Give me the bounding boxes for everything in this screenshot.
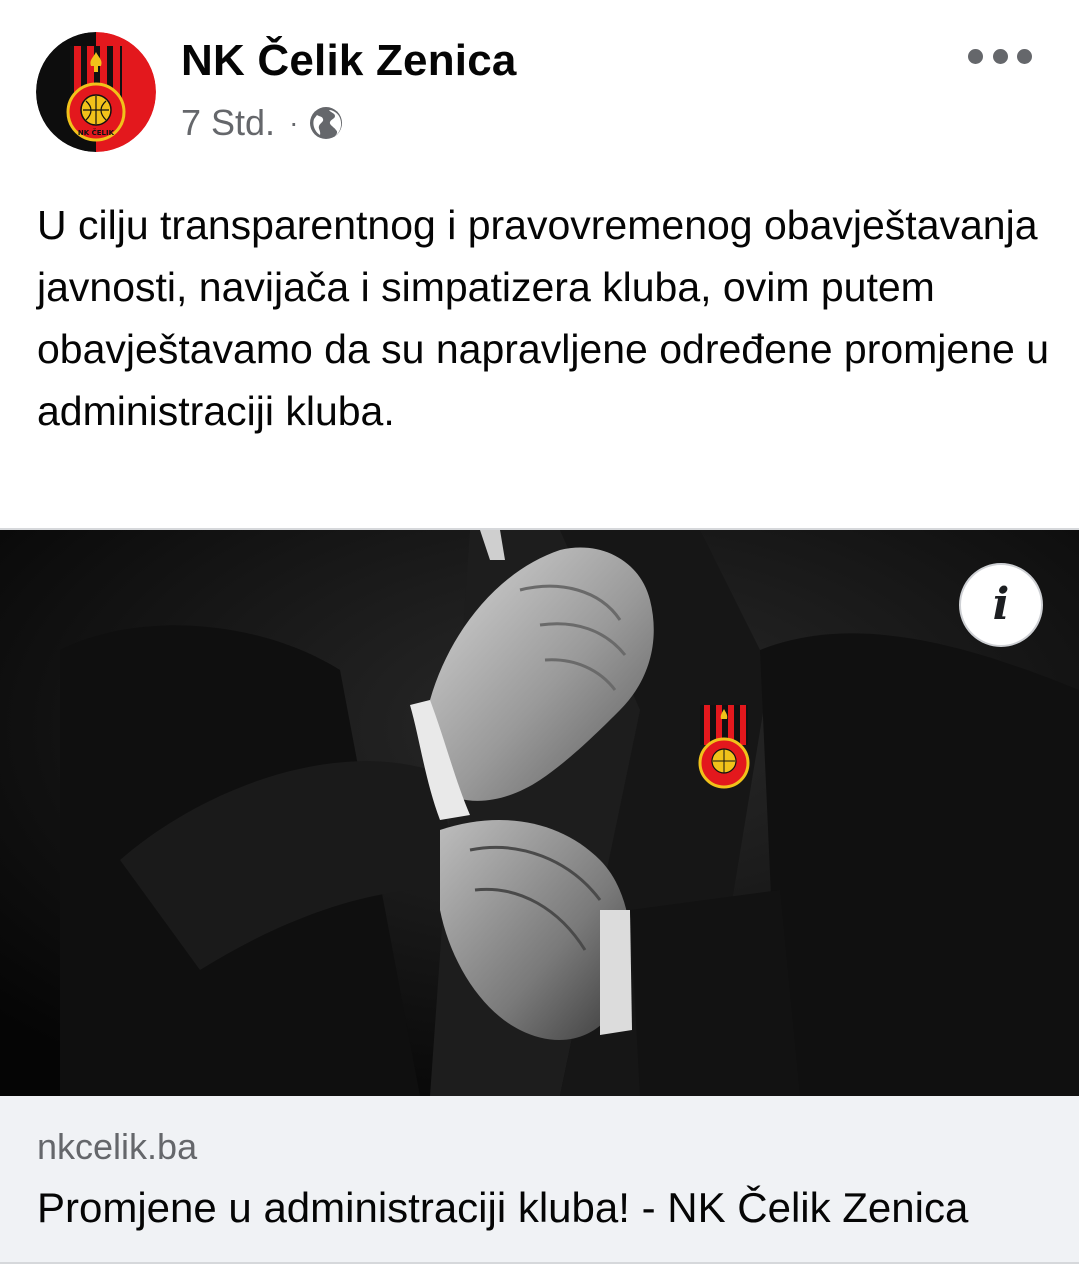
suit-photo xyxy=(0,530,1079,1096)
info-button[interactable]: i xyxy=(959,563,1043,647)
post-meta: 7 Std. · xyxy=(181,100,344,146)
page-name[interactable]: NK Čelik Zenica xyxy=(181,36,517,86)
more-dot xyxy=(992,48,1008,64)
post-text: U cilju transparentnog i pravovremenog o… xyxy=(37,202,1050,434)
svg-text:NK ČELIK: NK ČELIK xyxy=(78,128,115,137)
meta-separator: · xyxy=(289,107,299,138)
club-logo-icon: NK ČELIK xyxy=(36,32,156,152)
page-avatar[interactable]: NK ČELIK xyxy=(36,32,156,152)
more-options-button[interactable] xyxy=(968,36,1032,76)
link-preview-image[interactable] xyxy=(0,530,1079,1096)
link-preview-card[interactable]: nkcelik.ba Promjene u administraciji klu… xyxy=(0,1096,1079,1262)
link-title: Promjene u administraciji kluba! - NK Če… xyxy=(37,1184,969,1231)
link-domain: nkcelik.ba xyxy=(37,1126,198,1167)
post-header: NK ČELIK NK Čelik Zenica 7 Std. · xyxy=(0,0,1079,170)
divider xyxy=(0,1262,1079,1264)
globe-icon xyxy=(310,107,343,139)
info-icon: i xyxy=(992,579,1010,630)
more-dot xyxy=(968,48,983,64)
more-dot xyxy=(1017,48,1032,64)
post-timestamp[interactable]: 7 Std. xyxy=(181,102,275,144)
